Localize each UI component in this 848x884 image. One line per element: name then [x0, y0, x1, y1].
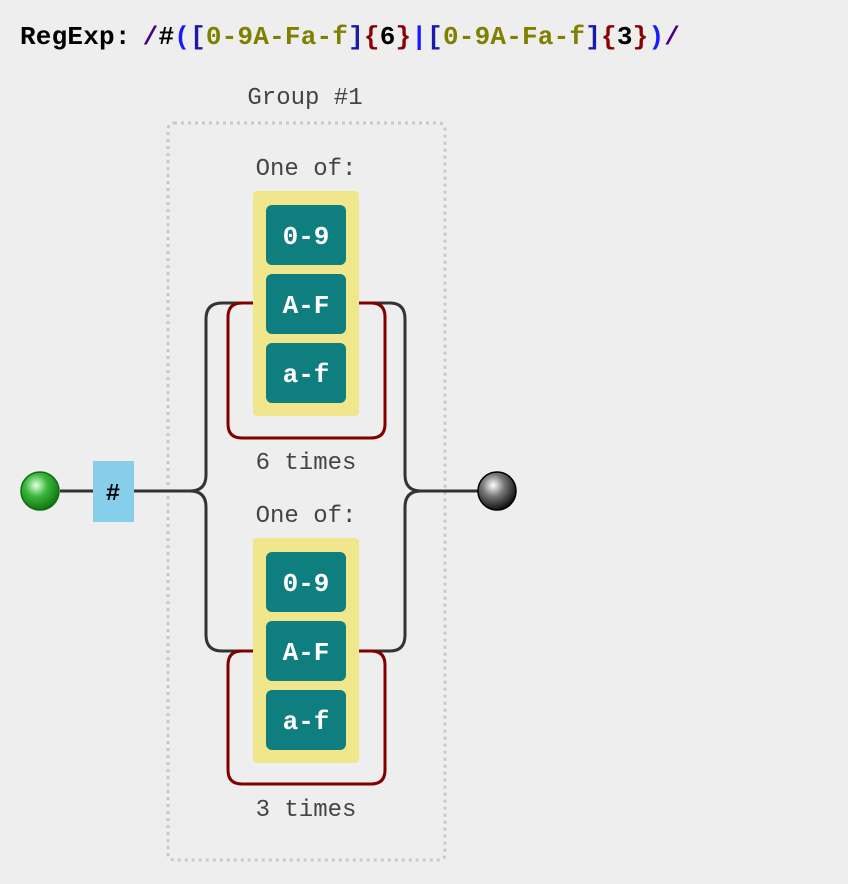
branch-6-times: One of: 0-9 A-F a-f 6 times: [226, 156, 387, 477]
end-node: [477, 471, 517, 511]
range-label-1-2: a-f: [283, 360, 330, 390]
one-of-label-1: One of:: [256, 156, 357, 183]
range-label-2-0: 0-9: [283, 569, 330, 599]
start-node: [20, 471, 60, 511]
range-label-1-1: A-F: [283, 291, 330, 321]
range-label-2-2: a-f: [283, 707, 330, 737]
one-of-label-2: One of:: [256, 503, 357, 530]
railroad-diagram: Group #1 One of: 0-9 A-F a-f 6 times One…: [20, 85, 517, 862]
group-label: Group #1: [247, 85, 362, 112]
branch-3-times: One of: 0-9 A-F a-f 3 times: [226, 503, 387, 824]
range-label-1-0: 0-9: [283, 222, 330, 252]
repeat-label-2: 3 times: [256, 797, 357, 824]
range-label-2-1: A-F: [283, 638, 330, 668]
literal-label: #: [106, 481, 120, 508]
repeat-label-1: 6 times: [256, 450, 357, 477]
